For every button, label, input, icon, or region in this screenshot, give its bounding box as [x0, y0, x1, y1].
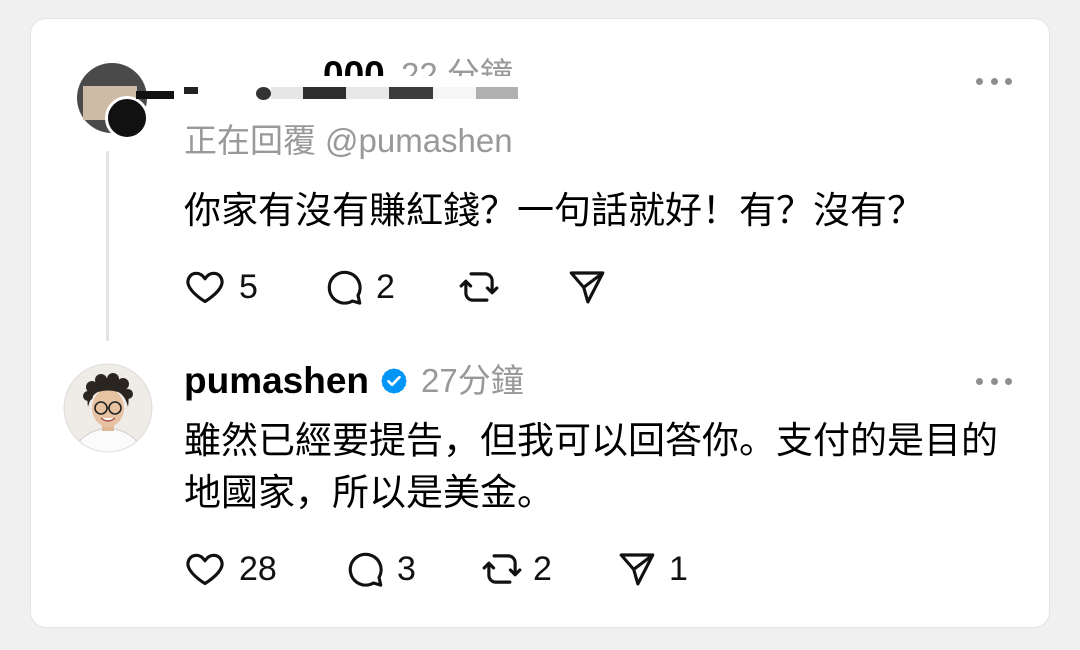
post-text: 雖然已經要提告，但我可以回答你。支付的是目的地國家，所以是美金。 [184, 420, 998, 513]
heart-icon [186, 271, 224, 304]
thread-line [106, 151, 109, 341]
avatar[interactable] [63, 363, 153, 453]
comment-icon [348, 552, 383, 587]
redaction-block [346, 87, 389, 99]
post-time: 27分鐘 [421, 362, 524, 399]
more-options-button[interactable] [976, 76, 1012, 86]
verified-badge-icon [378, 365, 410, 397]
redaction-block [271, 87, 303, 99]
more-icon-dot [1005, 77, 1012, 85]
follow-badge[interactable] [105, 96, 149, 140]
post-text: 你家有沒有賺紅錢？一句話就好！有？沒有？ [184, 190, 924, 231]
replying-to: 正在回覆 @pumashen [184, 119, 513, 163]
redaction-block [184, 87, 198, 94]
profile-photo [63, 363, 153, 453]
username-link[interactable]: pumashen [184, 357, 369, 405]
more-icon-dot [976, 77, 983, 85]
redaction-block [389, 87, 433, 99]
like-count: 5 [239, 268, 258, 306]
redaction-block [256, 87, 271, 100]
redaction-block [303, 87, 346, 99]
reply-mention-link[interactable]: @pumashen [325, 122, 513, 159]
like-count: 28 [239, 550, 277, 588]
comment-button[interactable] [323, 266, 365, 308]
repost-icon [482, 554, 522, 584]
more-icon-dot [990, 77, 998, 85]
heart-icon [186, 553, 224, 586]
repost-button[interactable] [481, 548, 523, 590]
repost-icon [459, 272, 499, 302]
like-button[interactable] [184, 548, 226, 590]
redaction-block [136, 91, 174, 99]
more-icon-dot [990, 377, 998, 385]
share-button[interactable] [616, 548, 658, 590]
share-button[interactable] [566, 266, 608, 308]
comment-count: 2 [376, 268, 395, 306]
reply-label: 正在回覆 [184, 122, 316, 159]
repost-button[interactable] [458, 266, 500, 308]
more-icon-dot [976, 377, 983, 385]
comment-button[interactable] [344, 548, 386, 590]
share-icon [569, 271, 605, 304]
redaction-block [476, 87, 518, 99]
redaction-block [433, 87, 476, 99]
thread-card: 000 22 分鐘 正在回覆 @pumashen 你家有沒有賺紅錢？一句話就好！有… [30, 18, 1050, 628]
comment-count: 3 [397, 550, 416, 588]
share-icon [619, 553, 655, 586]
more-icon-dot [1005, 377, 1012, 385]
like-button[interactable] [184, 266, 226, 308]
repost-count: 2 [533, 550, 552, 588]
share-count: 1 [669, 550, 688, 588]
more-options-button[interactable] [976, 376, 1012, 386]
comment-icon [327, 270, 362, 305]
